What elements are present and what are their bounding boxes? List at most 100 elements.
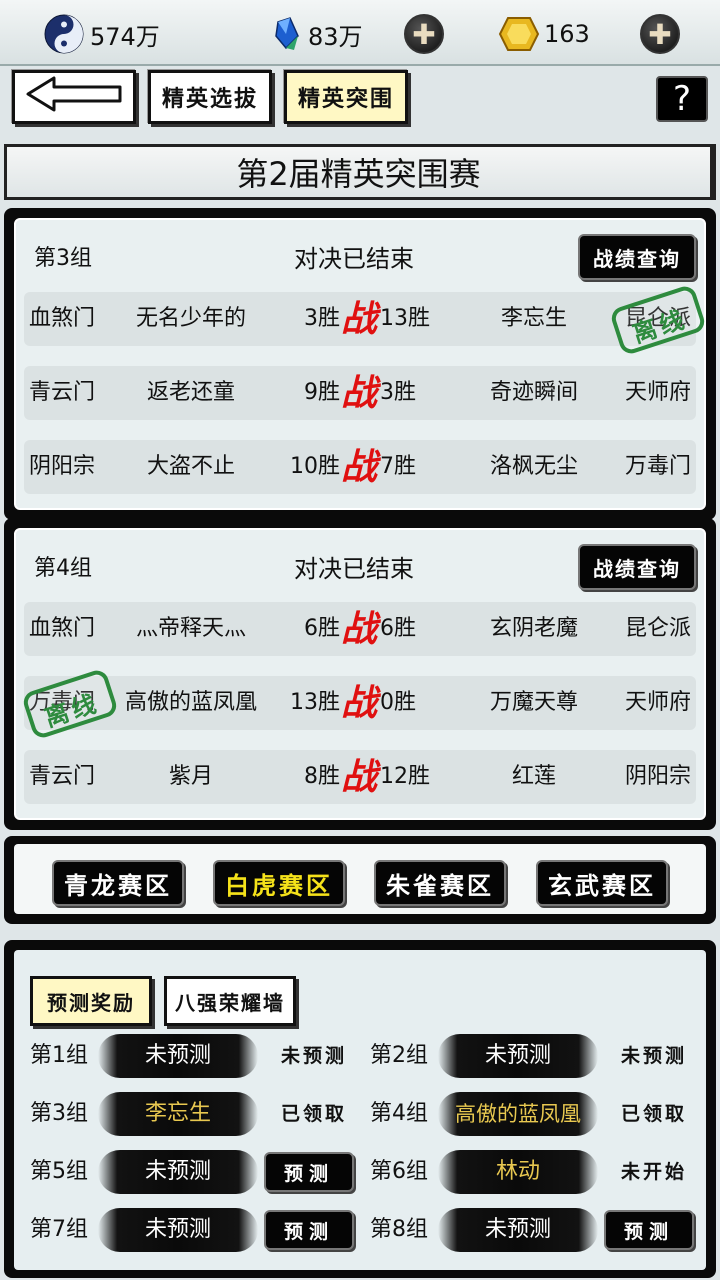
group-status: 对决已结束 — [294, 244, 414, 273]
region-label: 白虎赛区 — [225, 870, 333, 900]
sect-right: 昆仑派 — [624, 616, 691, 641]
sect-left: 阴阳宗 — [28, 454, 95, 479]
match-row[interactable]: 青云门 返老还童 9胜 战 3胜 奇迹瞬间 天师府 — [24, 366, 696, 420]
prediction-pick: 未预测 — [98, 1208, 258, 1252]
group-panel-inner: 第4组 对决已结束 战绩查询 血煞门 灬帝释天灬 6胜 战 6胜 玄阴老魔 昆仑… — [14, 528, 706, 820]
player-left[interactable]: 灬帝释天灬 — [116, 602, 266, 656]
back-button[interactable] — [12, 70, 136, 124]
tab-elite-breakout[interactable]: 精英突围 — [284, 70, 408, 124]
match-row[interactable]: 青云门 紫月 8胜 战 12胜 红莲 阴阳宗 — [24, 750, 696, 804]
match-row[interactable]: 血煞门 灬帝释天灬 6胜 战 6胜 玄阴老魔 昆仑派 — [24, 602, 696, 656]
group-panel: 第4组 对决已结束 战绩查询 血煞门 灬帝释天灬 6胜 战 6胜 玄阴老魔 昆仑… — [4, 518, 716, 830]
prediction-panel-inner: 预测奖励 八强荣耀墙 第1组 未预测 未预测 第2组 未预测 未预测 第3组 李… — [14, 950, 706, 1270]
battle-icon: 战 — [340, 298, 377, 340]
prediction-pick: 未预测 — [98, 1034, 258, 1078]
region-label: 青龙赛区 — [64, 870, 172, 900]
taiji-resource: 574万 — [44, 12, 160, 56]
prediction-group-label: 第3组 — [30, 1101, 88, 1126]
prediction-status: 未预测 — [620, 1045, 687, 1067]
player-left[interactable]: 高傲的蓝凤凰 — [116, 676, 266, 730]
prediction-pick: 高傲的蓝凤凰 — [438, 1092, 598, 1136]
match-row[interactable]: 万毒门 高傲的蓝凤凰 13胜 战 0胜 万魔天尊 天师府 离线 — [20, 667, 696, 741]
sect-left: 青云门 — [28, 764, 95, 789]
help-icon: ? — [672, 79, 692, 119]
battle-icon: 战 — [340, 608, 377, 650]
prediction-group-label: 第1组 — [30, 1043, 88, 1068]
prediction-row: 第1组 未预测 未预测 — [30, 1034, 360, 1078]
player-right[interactable]: 奇迹瞬间 — [454, 366, 614, 420]
region-selector-inner: 青龙赛区 白虎赛区 朱雀赛区 玄武赛区 — [14, 844, 706, 914]
prediction-group-label: 第7组 — [30, 1217, 88, 1242]
player-left[interactable]: 紫月 — [116, 750, 266, 804]
player-right[interactable]: 红莲 — [454, 750, 614, 804]
group-name: 第4组 — [34, 556, 92, 581]
prediction-pick: 李忘生 — [98, 1092, 258, 1136]
wins-left: 10胜 — [290, 454, 340, 479]
wins-right: 7胜 — [380, 454, 416, 479]
gold-resource: 163 — [498, 12, 590, 56]
player-right[interactable]: 万魔天尊 — [454, 676, 614, 730]
wins-right: 3胜 — [380, 380, 416, 405]
match-row[interactable]: 阴阳宗 大盗不止 10胜 战 7胜 洛枫无尘 万毒门 — [24, 440, 696, 494]
region-qinglong-button[interactable]: 青龙赛区 — [52, 860, 184, 906]
player-right[interactable]: 洛枫无尘 — [454, 440, 614, 494]
yin-yang-icon — [44, 14, 84, 54]
player-left[interactable]: 大盗不止 — [116, 440, 266, 494]
battle-icon: 战 — [340, 446, 377, 488]
predict-button-label: 预测 — [283, 1162, 334, 1185]
crystal-value: 83万 — [308, 22, 363, 51]
taiji-value: 574万 — [90, 22, 160, 51]
tab-top8-wall-label: 八强荣耀墙 — [175, 990, 285, 1015]
prediction-status: 已领取 — [620, 1103, 687, 1125]
page-title-text: 第2届精英突围赛 — [236, 155, 481, 193]
prediction-group-label: 第2组 — [370, 1043, 428, 1068]
player-left[interactable]: 返老还童 — [116, 366, 266, 420]
tab-elite-selection-label: 精英选拔 — [161, 86, 258, 112]
predict-button-label: 预测 — [623, 1220, 674, 1243]
region-xuanwu-button[interactable]: 玄武赛区 — [536, 860, 668, 906]
region-baihu-button[interactable]: 白虎赛区 — [213, 860, 345, 906]
plus-icon: ✚ — [412, 17, 436, 51]
prediction-row: 第5组 未预测 预测 — [30, 1150, 360, 1194]
sect-right: 万毒门 — [624, 454, 691, 479]
wins-left: 3胜 — [304, 306, 340, 331]
sect-right: 阴阳宗 — [624, 764, 691, 789]
wins-left: 6胜 — [304, 616, 340, 641]
battle-icon: 战 — [340, 682, 377, 724]
region-zhuque-button[interactable]: 朱雀赛区 — [374, 860, 506, 906]
player-left[interactable]: 无名少年的 — [116, 292, 266, 346]
predict-button[interactable]: 预测 — [264, 1152, 354, 1192]
prediction-status: 未预测 — [280, 1045, 347, 1067]
prediction-group-label: 第6组 — [370, 1159, 428, 1184]
add-gold-button[interactable]: ✚ — [640, 14, 680, 54]
prediction-pick: 未预测 — [438, 1034, 598, 1078]
tab-top8-wall[interactable]: 八强荣耀墙 — [164, 976, 296, 1026]
tab-elite-breakout-label: 精英突围 — [297, 86, 394, 112]
player-right[interactable]: 玄阴老魔 — [454, 602, 614, 656]
tab-elite-selection[interactable]: 精英选拔 — [148, 70, 272, 124]
predict-button[interactable]: 预测 — [264, 1210, 354, 1250]
wins-left: 9胜 — [304, 380, 340, 405]
wins-left: 8胜 — [304, 764, 340, 789]
blue-crystal-icon — [272, 14, 302, 54]
sect-right: 天师府 — [624, 690, 691, 715]
match-row[interactable]: 血煞门 无名少年的 3胜 战 13胜 李忘生 昆仑派 离线 — [24, 283, 708, 357]
gold-ingot-icon — [498, 14, 540, 54]
record-query-button[interactable]: 战绩查询 — [578, 234, 696, 280]
record-query-button[interactable]: 战绩查询 — [578, 544, 696, 590]
tab-prediction-reward[interactable]: 预测奖励 — [30, 976, 152, 1026]
resource-bar: 574万 83万 ✚ 163 ✚ — [0, 0, 720, 66]
prediction-group-label: 第4组 — [370, 1101, 428, 1126]
player-right[interactable]: 李忘生 — [454, 292, 614, 346]
offline-stamp-text: 离线 — [41, 688, 104, 733]
page-title: 第2届精英突围赛 — [4, 144, 716, 200]
back-arrow-icon — [24, 74, 124, 120]
predict-button[interactable]: 预测 — [604, 1210, 694, 1250]
region-label: 朱雀赛区 — [386, 870, 494, 900]
help-button[interactable]: ? — [656, 76, 708, 122]
prediction-group-label: 第8组 — [370, 1217, 428, 1242]
battle-icon: 战 — [340, 756, 377, 798]
crystal-resource: 83万 — [272, 12, 363, 56]
prediction-group-label: 第5组 — [30, 1159, 88, 1184]
add-crystal-button[interactable]: ✚ — [404, 14, 444, 54]
